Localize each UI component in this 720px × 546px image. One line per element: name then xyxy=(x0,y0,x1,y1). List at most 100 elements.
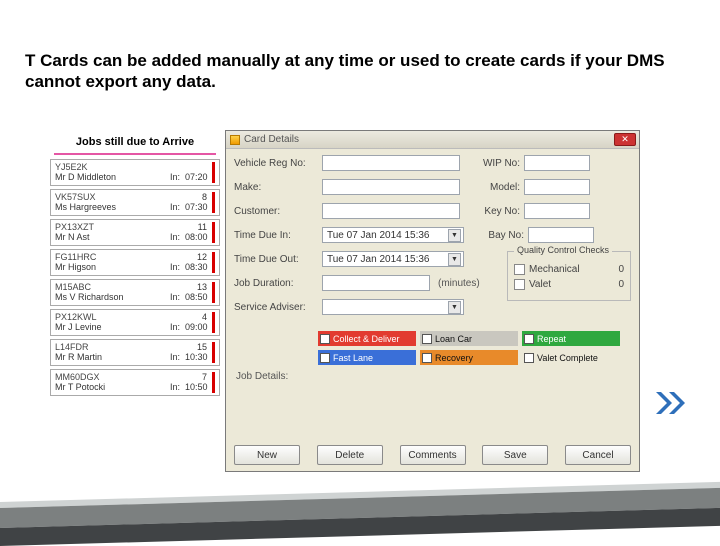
service-adviser-combo[interactable]: ▼ xyxy=(322,299,464,315)
tag-valet-complete[interactable]: Valet Complete xyxy=(522,350,620,365)
label-vehicle-reg: Vehicle Reg No: xyxy=(234,158,318,169)
tag-recovery[interactable]: Recovery xyxy=(420,350,518,365)
label-wip-no: WIP No: xyxy=(470,158,520,169)
tag-row: Collect & Deliver Loan Car Repeat Fast Lane… xyxy=(318,331,629,365)
card-status-bar xyxy=(212,372,215,393)
key-no-input[interactable] xyxy=(524,203,590,219)
dialog-icon xyxy=(230,135,240,145)
new-button[interactable]: New xyxy=(234,445,300,465)
card-num: 4 xyxy=(202,312,207,322)
time-due-in-combo[interactable]: Tue 07 Jan 2014 15:36 ▼ xyxy=(322,227,464,243)
quality-control-group: Quality Control Checks Mechanical0Valet0 xyxy=(507,251,631,301)
bay-no-input[interactable] xyxy=(528,227,594,243)
card-reg: L14FDR xyxy=(55,342,215,352)
time-due-out-combo[interactable]: Tue 07 Jan 2014 15:36 ▼ xyxy=(322,251,464,267)
job-card[interactable]: VK57SUX8Ms HargreevesIn: 07:30 xyxy=(50,189,220,216)
card-num: 15 xyxy=(197,342,207,352)
comments-button[interactable]: Comments xyxy=(400,445,466,465)
job-card[interactable]: M15ABC13Ms V RichardsonIn: 08:50 xyxy=(50,279,220,306)
jobs-panel-divider xyxy=(54,153,216,155)
vehicle-reg-input[interactable] xyxy=(322,155,460,171)
checkbox[interactable] xyxy=(524,334,534,344)
card-status-bar xyxy=(212,342,215,363)
checkbox[interactable] xyxy=(320,334,330,344)
job-card[interactable]: FG11HRC12Mr HigsonIn: 08:30 xyxy=(50,249,220,276)
job-card[interactable]: MM60DGX7 Mr T Potocki In: 10:50 xyxy=(50,369,220,396)
tag-label: Recovery xyxy=(435,353,473,363)
card-num: 13 xyxy=(197,282,207,292)
tag-label: Collect & Deliver xyxy=(333,334,400,344)
card-reg: PX12KWL xyxy=(55,312,215,322)
label-key-no: Key No: xyxy=(470,206,520,217)
card-time: In: 07:30 xyxy=(170,202,215,212)
label-model: Model: xyxy=(470,182,520,193)
customer-input[interactable] xyxy=(322,203,460,219)
tag-collect-deliver[interactable]: Collect & Deliver xyxy=(318,331,416,346)
dialog-buttons: New Delete Comments Save Cancel xyxy=(234,445,631,465)
label-time-due-out: Time Due Out: xyxy=(234,254,318,265)
card-status-bar xyxy=(212,282,215,303)
card-time: In: 10:50 xyxy=(170,382,215,392)
card-status-bar xyxy=(212,312,215,333)
chevron-down-icon[interactable]: ▼ xyxy=(448,253,461,266)
card-time: In: 10:30 xyxy=(170,352,215,362)
card-name: Mr T Potocki xyxy=(55,382,105,392)
tag-label: Valet Complete xyxy=(537,353,598,363)
checkbox[interactable] xyxy=(524,353,534,363)
checkbox[interactable] xyxy=(422,334,432,344)
label-customer: Customer: xyxy=(234,206,318,217)
card-reg: YJ5E2K xyxy=(55,162,215,172)
card-time: In: 08:00 xyxy=(170,232,215,242)
job-card[interactable]: L14FDR15Mr R MartinIn: 10:30 xyxy=(50,339,220,366)
tag-label: Fast Lane xyxy=(333,353,373,363)
job-card[interactable]: PX12KWL4Mr J LevineIn: 09:00 xyxy=(50,309,220,336)
make-input[interactable] xyxy=(322,179,460,195)
card-reg: PX13XZT xyxy=(55,222,215,232)
card-status-bar xyxy=(212,252,215,273)
checkbox[interactable] xyxy=(514,279,525,290)
checkbox[interactable] xyxy=(320,353,330,363)
card-name: Mr Higson xyxy=(55,262,96,272)
card-details-dialog: Card Details ✕ Vehicle Reg No: WIP No: M… xyxy=(225,130,640,472)
qc-value: 0 xyxy=(612,264,624,275)
card-num: 11 xyxy=(198,222,207,232)
chevron-down-icon[interactable]: ▼ xyxy=(448,301,461,314)
label-bay-no: Bay No: xyxy=(474,230,524,241)
next-arrows-icon[interactable] xyxy=(656,392,690,414)
footer-decor xyxy=(0,488,720,546)
tag-label: Loan Car xyxy=(435,334,472,344)
time-due-out-value: Tue 07 Jan 2014 15:36 xyxy=(327,254,430,265)
card-name: Mr N Ast xyxy=(55,232,90,242)
card-status-bar xyxy=(212,162,215,183)
card-reg: VK57SUX xyxy=(55,192,215,202)
model-input[interactable] xyxy=(524,179,590,195)
save-button[interactable]: Save xyxy=(482,445,548,465)
card-time: In: 07:20 xyxy=(170,172,215,182)
job-duration-input[interactable] xyxy=(322,275,430,291)
qc-legend: Quality Control Checks xyxy=(514,245,612,255)
tag-fast-lane[interactable]: Fast Lane xyxy=(318,350,416,365)
card-reg: M15ABC xyxy=(55,282,215,292)
chevron-down-icon[interactable]: ▼ xyxy=(448,229,461,242)
dialog-title-text: Card Details xyxy=(244,134,299,145)
duration-unit: (minutes) xyxy=(438,278,480,289)
tag-loan-car[interactable]: Loan Car xyxy=(420,331,518,346)
label-service-adviser: Service Adviser: xyxy=(234,302,318,313)
card-num: 7 xyxy=(202,372,207,382)
checkbox[interactable] xyxy=(422,353,432,363)
card-time: In: 08:30 xyxy=(170,262,215,272)
tag-label: Repeat xyxy=(537,334,566,344)
job-card[interactable]: PX13XZT11 Mr N Ast In: 08:00 xyxy=(50,219,220,246)
card-reg: FG11HRC xyxy=(55,252,215,262)
card-time: In: 09:00 xyxy=(170,322,215,332)
cancel-button[interactable]: Cancel xyxy=(565,445,631,465)
close-icon[interactable]: ✕ xyxy=(614,133,636,146)
label-job-duration: Job Duration: xyxy=(234,278,318,289)
wip-no-input[interactable] xyxy=(524,155,590,171)
checkbox[interactable] xyxy=(514,264,525,275)
job-card[interactable]: YJ5E2KMr D MiddletonIn: 07:20 xyxy=(50,159,220,186)
tag-repeat[interactable]: Repeat xyxy=(522,331,620,346)
card-reg: MM60DGX xyxy=(55,372,215,382)
delete-button[interactable]: Delete xyxy=(317,445,383,465)
label-time-due-in: Time Due In: xyxy=(234,230,318,241)
